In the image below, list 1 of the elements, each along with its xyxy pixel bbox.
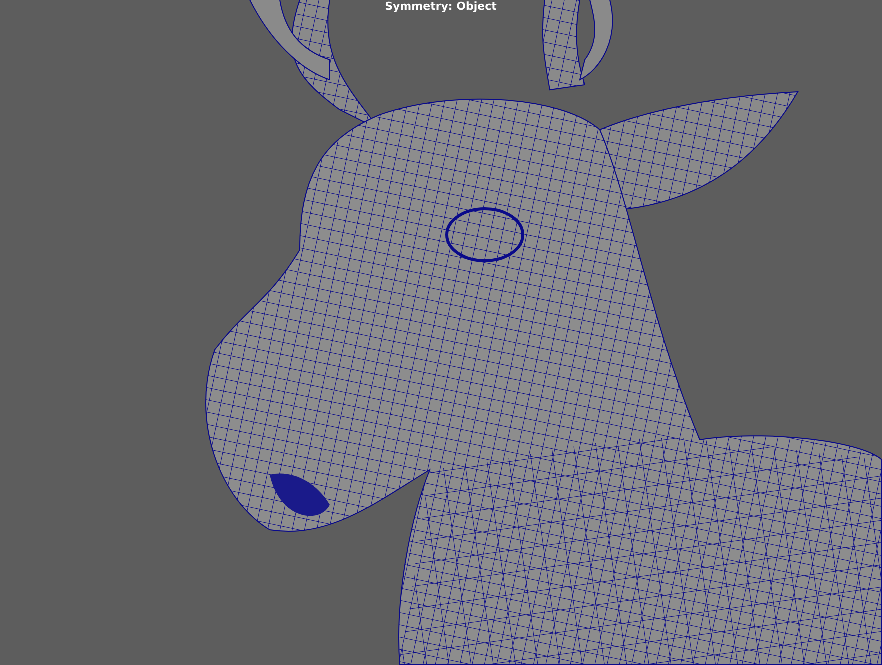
- symmetry-label: Symmetry: Object: [384, 0, 498, 13]
